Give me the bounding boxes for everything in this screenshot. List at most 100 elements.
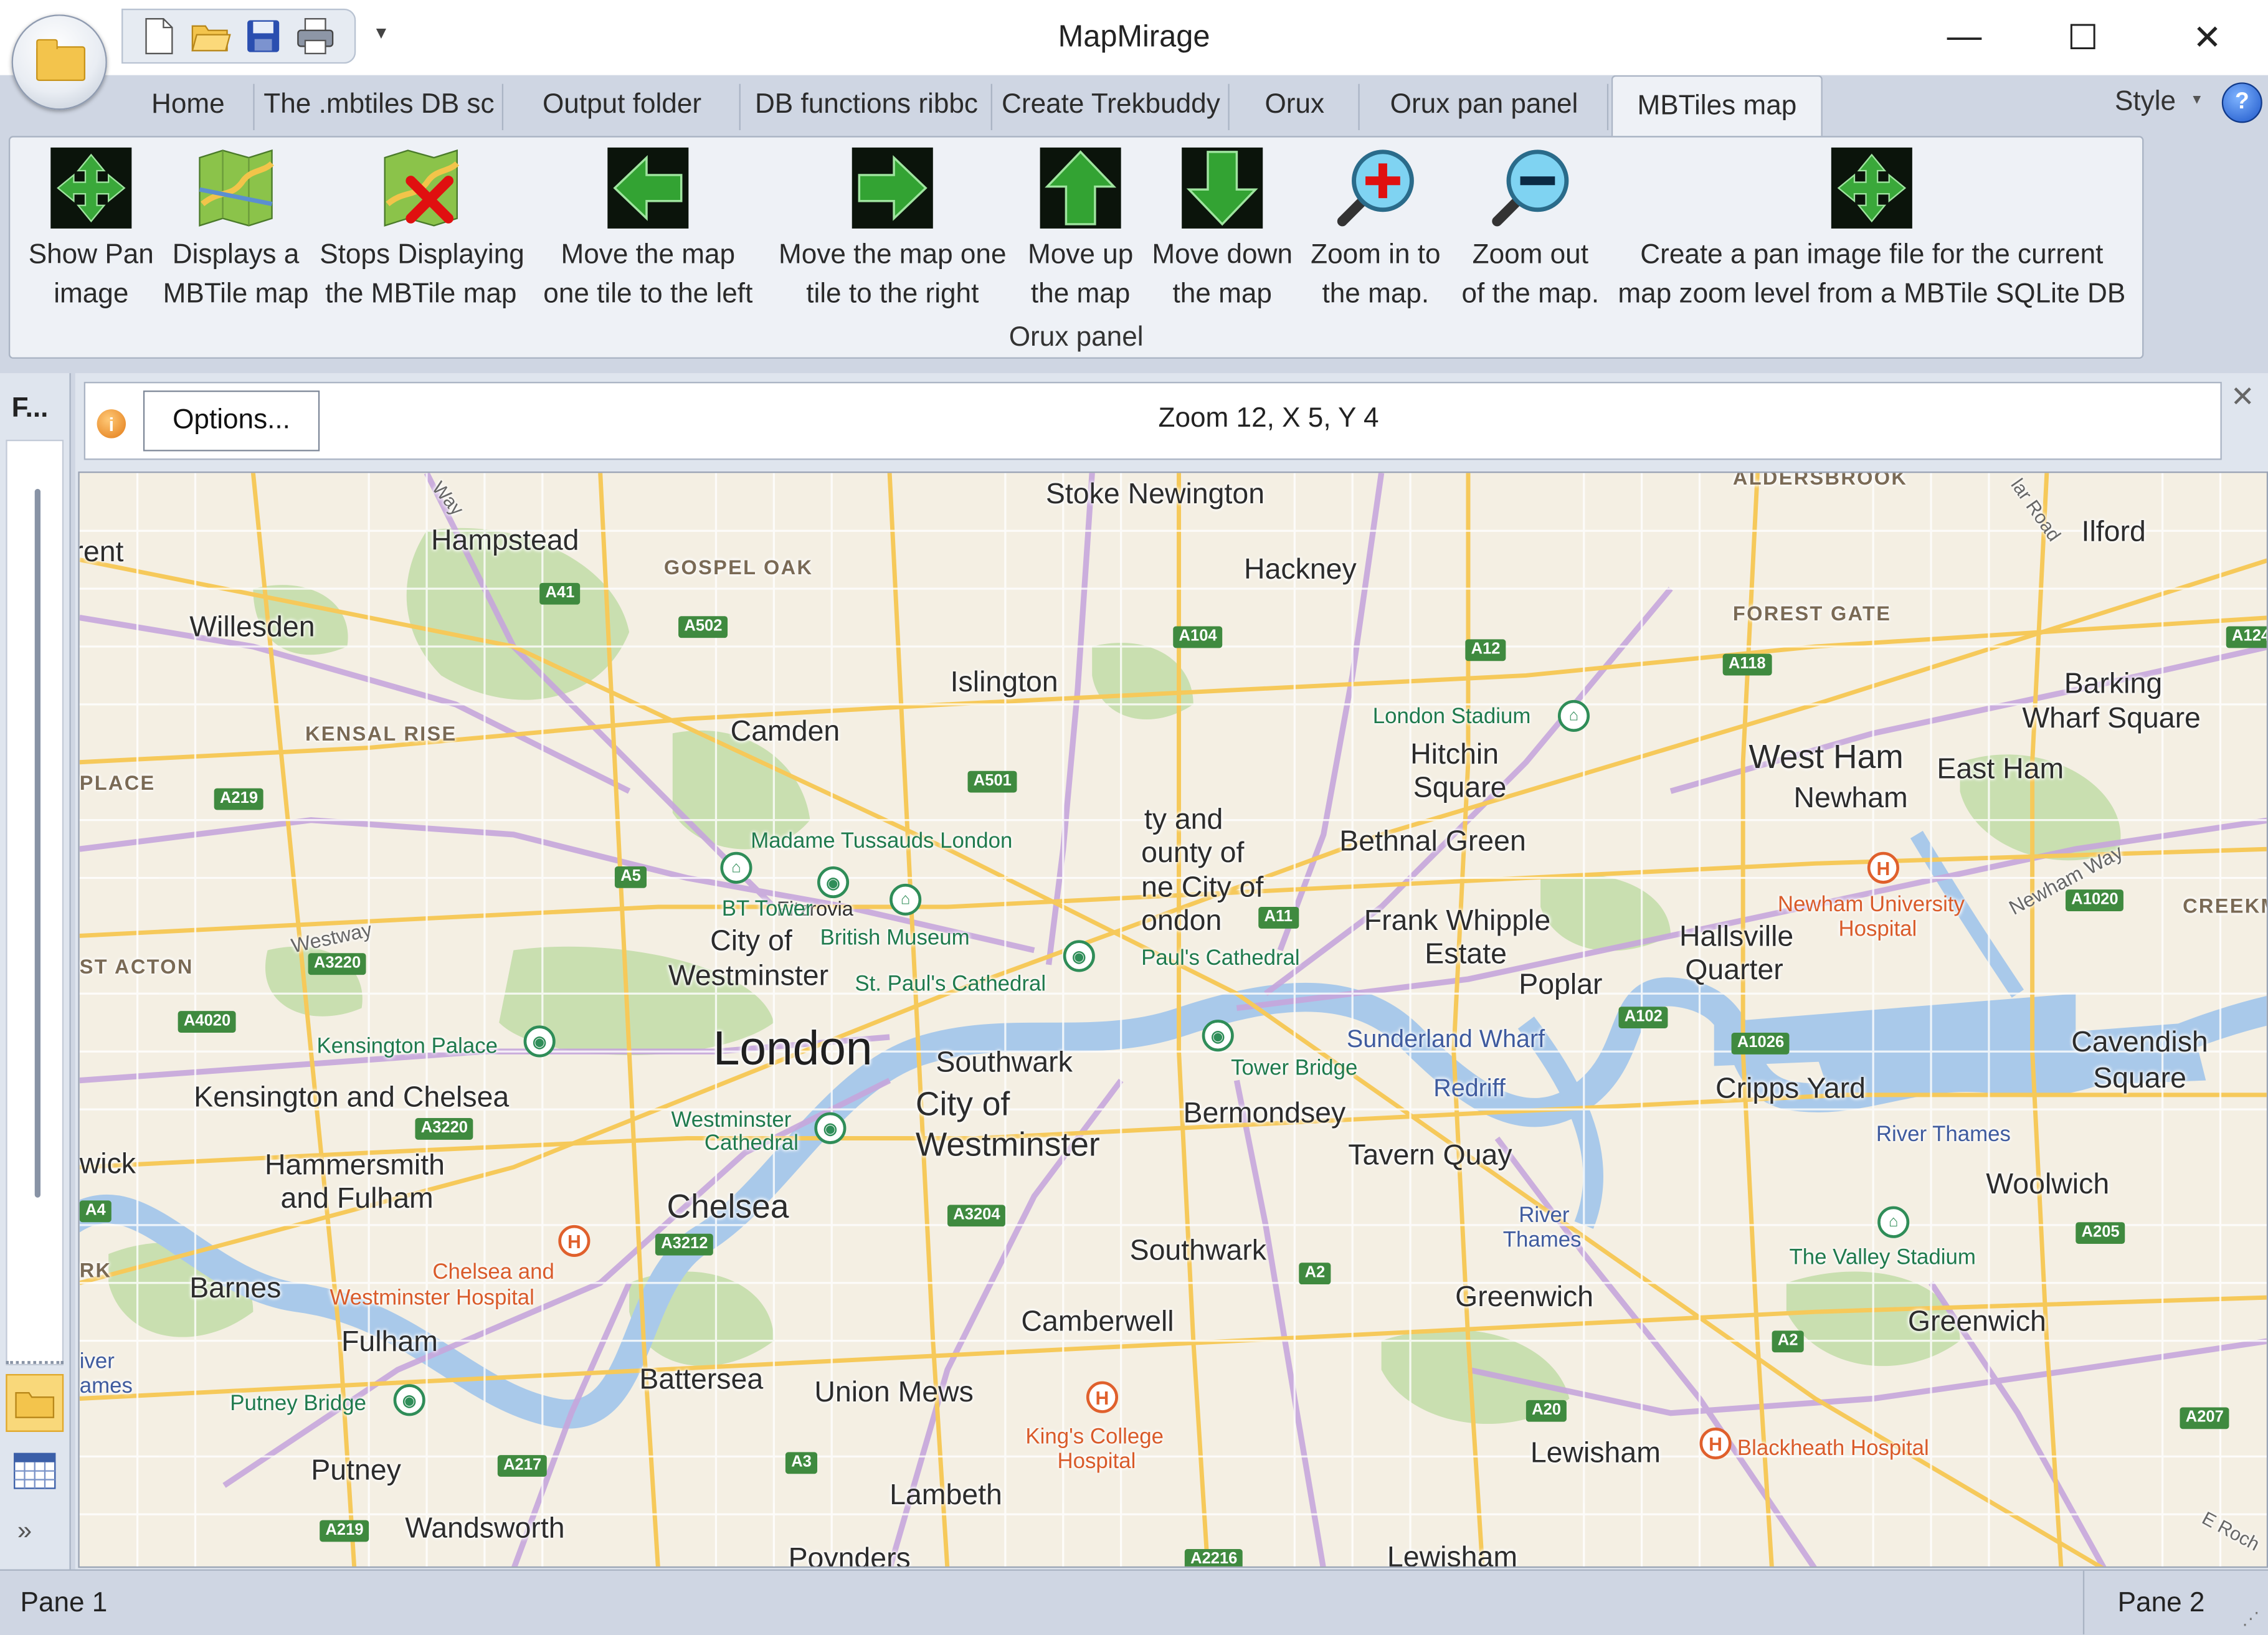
- map-place-label: wick: [79, 1148, 136, 1180]
- landmark-icon[interactable]: ◉: [393, 1384, 425, 1416]
- style-menu[interactable]: Style: [2115, 87, 2176, 118]
- map-place-label: Newham: [1793, 782, 1908, 815]
- minimize-button[interactable]: —: [1935, 12, 1993, 64]
- tab-home[interactable]: Home: [121, 75, 255, 136]
- tab-mbtiles-db[interactable]: The .mbtiles DB sc: [255, 75, 504, 136]
- folder-icon[interactable]: [6, 1374, 64, 1432]
- map-district-label: FOREST GATE: [1732, 602, 1892, 625]
- stadium-icon[interactable]: ⌂: [1877, 1206, 1910, 1238]
- map-district-label: KENSAL RISE: [305, 721, 457, 745]
- map-place-label: Poplar: [1519, 969, 1603, 1001]
- map-place-label: Greenwich: [1907, 1306, 2046, 1338]
- stadium-icon[interactable]: ⌂: [1557, 699, 1590, 732]
- hospital-icon[interactable]: H: [558, 1225, 591, 1257]
- ribbon-button-label: Displays a: [172, 240, 300, 271]
- maximize-button[interactable]: ☐: [2054, 12, 2112, 64]
- status-pane-1: Pane 1: [20, 1588, 108, 1619]
- map-place-label: Square: [2093, 1063, 2186, 1095]
- hospital-icon[interactable]: H: [1867, 851, 1899, 884]
- landmark-icon[interactable]: ◉: [523, 1025, 556, 1058]
- resize-grip-icon[interactable]: ⋰: [2242, 1608, 2259, 1629]
- map-stop-icon: [384, 149, 460, 227]
- map-place-label: Woolwich: [1986, 1168, 2110, 1201]
- application-menu-button[interactable]: [11, 14, 107, 110]
- map-place-label: Square: [1413, 772, 1507, 805]
- ribbon-button-label: Create a pan image file for the current: [1640, 240, 2104, 271]
- museum-icon[interactable]: ⌂: [720, 851, 752, 884]
- ribbon-button-label: the map: [1172, 279, 1272, 310]
- map-place-label: Southwark: [1129, 1235, 1267, 1268]
- landmark-icon[interactable]: ◉: [1063, 940, 1095, 972]
- map-place-label: ounty of: [1141, 837, 1245, 870]
- map-poi-label: Tower Bridge: [1231, 1056, 1358, 1081]
- road-shield: A11: [1258, 906, 1299, 929]
- tab-mbtiles-map[interactable]: MBTiles map: [1611, 75, 1823, 136]
- road-shield: A207: [2180, 1407, 2230, 1429]
- road-shield: A2: [1772, 1330, 1804, 1353]
- map-place-label: ondon: [1141, 905, 1222, 937]
- tab-create-trekbuddy[interactable]: Create Trekbuddy: [992, 75, 1230, 136]
- create-pan-image-button[interactable]: Create a pan image file for the current …: [1607, 146, 2137, 314]
- map-poi-label: London Stadium: [1372, 704, 1531, 729]
- arrow-down-icon: [1182, 147, 1263, 229]
- close-button[interactable]: ✕: [2178, 12, 2236, 64]
- left-pane-scrollbar[interactable]: [34, 488, 41, 1198]
- stop-displaying-map-button[interactable]: Stops Displaying the MBTile map: [320, 146, 524, 314]
- zoom-in-button[interactable]: Zoom in to the map.: [1301, 146, 1451, 314]
- map-place-label: Battersea: [639, 1363, 764, 1396]
- expand-chevron-icon[interactable]: »: [17, 1516, 32, 1547]
- zoom-out-button[interactable]: Zoom out of the map.: [1451, 146, 1610, 314]
- tab-orux-pan-panel[interactable]: Orux pan panel: [1360, 75, 1609, 136]
- chevron-down-icon[interactable]: ▾: [2193, 90, 2201, 108]
- close-icon[interactable]: ✕: [2231, 379, 2255, 415]
- status-pane-2: Pane 2: [2117, 1588, 2205, 1619]
- map-label-london: London: [713, 1021, 873, 1075]
- map-poi-label: BT Tower: [721, 896, 813, 922]
- window-title: MapMirage: [1058, 20, 1210, 54]
- tab-orux[interactable]: Orux: [1230, 75, 1360, 136]
- map-place-label: ne City of: [1141, 872, 1264, 904]
- move-map-left-button[interactable]: Move the map one tile to the left: [534, 146, 762, 314]
- hospital-icon[interactable]: H: [1699, 1427, 1732, 1460]
- move-map-down-button[interactable]: Move down the map: [1144, 146, 1301, 314]
- map-place-label: Poynders: [788, 1543, 911, 1568]
- map-district-label: PLACE: [79, 770, 156, 794]
- tab-output-folder[interactable]: Output folder: [503, 75, 741, 136]
- options-button[interactable]: Options...: [143, 390, 320, 452]
- map-place-label: Southwark: [936, 1047, 1073, 1079]
- calendar-icon[interactable]: [6, 1441, 64, 1499]
- arrow-right-icon: [852, 147, 933, 229]
- road-shield: A2216: [1184, 1549, 1243, 1566]
- map-view[interactable]: London Stoke Newington Hampstead Hackney…: [78, 472, 2268, 1568]
- map-place-label: Hallsville: [1679, 921, 1794, 954]
- move-map-up-button[interactable]: Move up the map: [1017, 146, 1144, 314]
- help-icon[interactable]: ?: [2221, 82, 2262, 123]
- display-mbtile-map-button[interactable]: Displays a MBTile map: [161, 146, 311, 314]
- tab-db-functions[interactable]: DB functions ribbc: [741, 75, 992, 136]
- road-shield: A3212: [655, 1233, 714, 1256]
- landmark-icon[interactable]: ◉: [814, 1112, 847, 1144]
- map-district-label: ALDERSBROOK: [1732, 472, 1908, 489]
- map-place-label: ty and: [1144, 804, 1223, 836]
- map-water-label: Sunderland Wharf: [1346, 1025, 1545, 1053]
- map-poi-label: Putney Bridge: [230, 1391, 367, 1416]
- arrow-left-icon: [607, 147, 689, 229]
- map-place-label: and Fulham: [280, 1183, 434, 1215]
- map-place-label: East Ham: [1937, 753, 2064, 785]
- museum-icon[interactable]: ⌂: [890, 883, 922, 916]
- map-place-label: Fulham: [341, 1326, 438, 1358]
- info-icon[interactable]: i: [97, 409, 126, 438]
- show-pan-image-button[interactable]: Show Pan image: [16, 146, 167, 314]
- move-map-right-button[interactable]: Move the map one tile to the right: [768, 146, 1017, 314]
- map-place-label: Hackney: [1244, 554, 1357, 586]
- left-pane-title[interactable]: F...: [12, 394, 49, 425]
- landmark-icon[interactable]: ◉: [1202, 1020, 1234, 1052]
- ribbon-button-label: Stops Displaying: [320, 240, 524, 271]
- pane-splitter[interactable]: [6, 1361, 64, 1364]
- landmark-icon[interactable]: ◉: [817, 866, 850, 899]
- road-shield: A4: [79, 1200, 112, 1223]
- zoom-in-icon: [1337, 149, 1414, 227]
- hospital-icon[interactable]: H: [1086, 1381, 1119, 1413]
- ribbon-button-label: image: [54, 279, 129, 310]
- map-place-label: Wharf Square: [2022, 703, 2201, 735]
